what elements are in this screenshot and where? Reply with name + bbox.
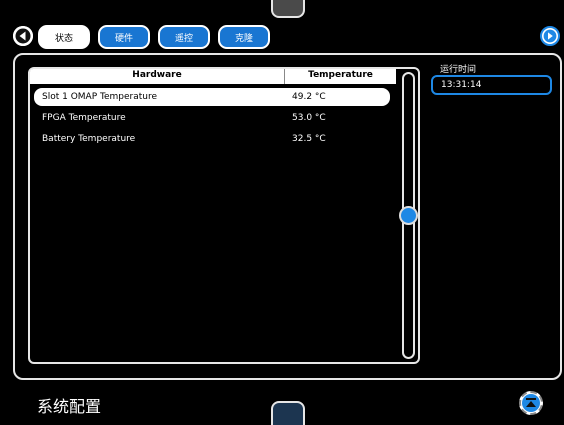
column-header-temperature[interactable]: Temperature bbox=[285, 70, 396, 80]
table-row[interactable]: FPGA Temperature 53.0 °C bbox=[34, 109, 390, 127]
temperature-cell: 32.5 °C bbox=[292, 134, 326, 144]
chevron-left-icon bbox=[13, 26, 33, 46]
bottom-pull-tab[interactable] bbox=[271, 401, 305, 425]
column-header-hardware[interactable]: Hardware bbox=[30, 70, 284, 80]
page-title: 系统配置 bbox=[37, 397, 102, 416]
tab-status[interactable]: 状态 bbox=[38, 25, 90, 49]
tab-clone[interactable]: 克隆 bbox=[218, 25, 270, 49]
forward-button[interactable] bbox=[540, 26, 560, 46]
runtime-value-field: 13:31:14 bbox=[431, 75, 552, 95]
top-pull-tab[interactable] bbox=[271, 0, 305, 18]
scroll-to-top-button[interactable] bbox=[519, 391, 543, 415]
hardware-name-cell: Slot 1 OMAP Temperature bbox=[42, 92, 158, 102]
table-row[interactable]: Slot 1 OMAP Temperature 49.2 °C bbox=[34, 88, 390, 106]
hardware-name-cell: FPGA Temperature bbox=[42, 113, 126, 123]
hardware-name-cell: Battery Temperature bbox=[42, 134, 136, 144]
scrollbar-thumb[interactable] bbox=[399, 206, 418, 225]
scroll-to-top-icon bbox=[522, 394, 540, 412]
table-header: Hardware Temperature bbox=[30, 69, 396, 84]
tab-hardware[interactable]: 硬件 bbox=[98, 25, 150, 49]
tab-remote[interactable]: 遥控 bbox=[158, 25, 210, 49]
temperature-cell: 49.2 °C bbox=[292, 92, 326, 102]
chevron-right-icon bbox=[543, 29, 557, 43]
temperature-cell: 53.0 °C bbox=[292, 113, 326, 123]
runtime-label: 运行时间 bbox=[440, 65, 477, 75]
back-button[interactable] bbox=[13, 26, 33, 46]
hardware-temperature-table: Hardware Temperature Slot 1 OMAP Tempera… bbox=[28, 67, 420, 364]
table-row[interactable]: Battery Temperature 32.5 °C bbox=[34, 130, 390, 148]
